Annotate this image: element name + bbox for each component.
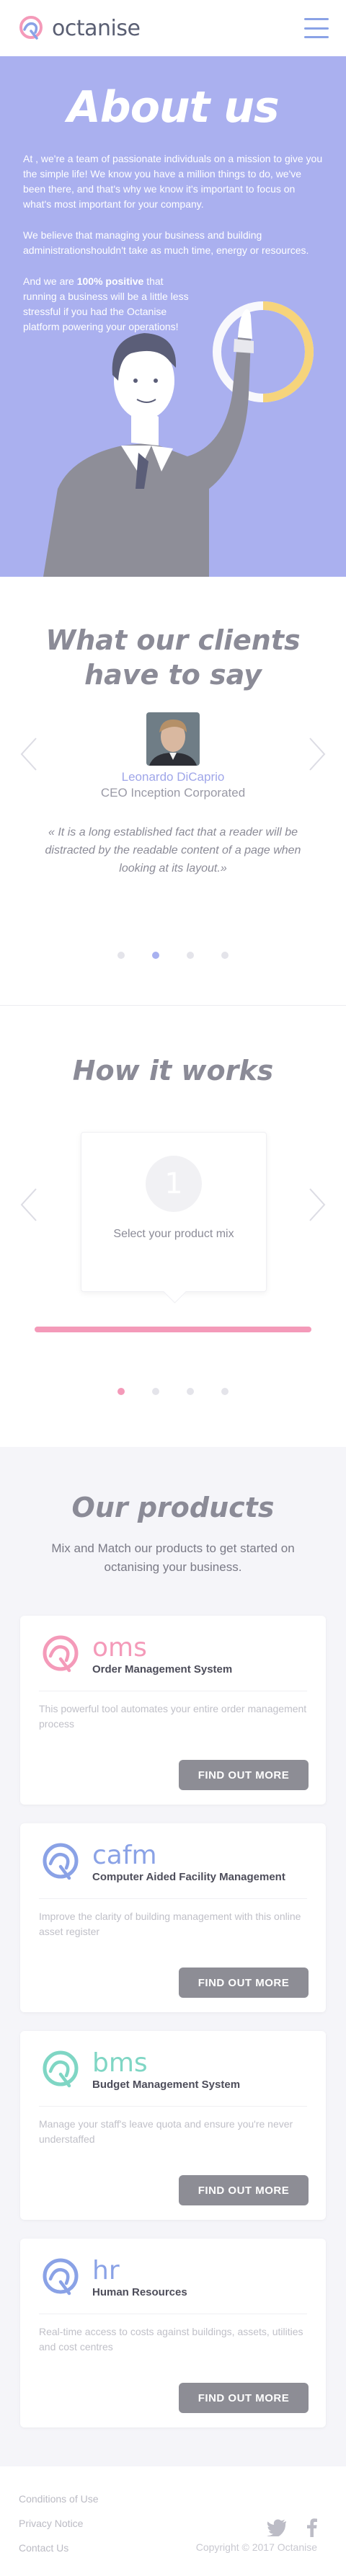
product-full-name: Budget Management System [92, 2078, 241, 2091]
testimonials-dot-4[interactable] [221, 952, 229, 959]
step-label: Select your product mix [113, 1228, 234, 1240]
step-progress-bar [35, 1327, 311, 1332]
testimonials-dot-1[interactable] [117, 952, 125, 959]
page: octanise About us At , we're a team of p… [0, 0, 346, 2566]
product-full-name: Order Management System [92, 1663, 233, 1676]
how-pagination [0, 1388, 346, 1395]
product-brand: cafm [92, 1840, 157, 1870]
product-brand: bms [92, 2048, 148, 2078]
products-subtitle: Mix and Match our products to get starte… [51, 1541, 295, 1574]
hr-logo-icon [43, 2258, 79, 2296]
testimonials-dot-3[interactable] [187, 952, 194, 959]
hamburger-menu-icon[interactable] [304, 18, 329, 38]
about-paragraph-1: At , we're a team of passionate individu… [23, 153, 323, 210]
how-it-works-title: How it works [72, 1055, 274, 1086]
how-dot-4[interactable] [221, 1388, 229, 1395]
product-brand: oms [92, 1632, 147, 1663]
testimonials-section: What our clients have to say Leonardo DiC… [0, 577, 346, 1006]
hr-find-out-more-button[interactable]: FIND OUT MORE [179, 2383, 309, 2413]
client-role: CEO Inception Corporated [100, 786, 246, 800]
product-card-oms: oms Order Management System This powerfu… [20, 1616, 326, 1805]
testimonials-pagination [0, 952, 346, 959]
how-next-arrow-icon[interactable] [307, 1186, 327, 1223]
client-quote: « It is a long established fact that a r… [45, 826, 301, 875]
facebook-icon[interactable] [307, 2518, 317, 2541]
brand-name: octanise [52, 15, 141, 41]
product-description: Real-time access to costs against buildi… [39, 2326, 303, 2353]
octanise-logo-icon [19, 16, 43, 40]
step-card: 1 Select your product mix [81, 1132, 267, 1292]
oms-find-out-more-button[interactable]: FIND OUT MORE [179, 1760, 309, 1790]
how-dot-1[interactable] [117, 1388, 125, 1395]
product-brand: hr [92, 2255, 120, 2285]
testimonials-prev-arrow-icon[interactable] [19, 735, 39, 773]
divider [39, 1898, 307, 1899]
product-description: Improve the clarity of building manageme… [39, 1911, 301, 1937]
about-section: About us At , we're a team of passionate… [0, 56, 346, 577]
product-description: Manage your staff's leave quota and ensu… [39, 2118, 293, 2145]
about-title: About us [67, 82, 279, 133]
bms-logo-icon [43, 2050, 79, 2088]
site-footer: Conditions of Use Privacy Notice Contact… [0, 2466, 346, 2566]
site-header: octanise [0, 0, 346, 56]
testimonials-dot-2[interactable] [152, 952, 159, 959]
products-title: Our products [71, 1492, 275, 1523]
footer-link-conditions[interactable]: Conditions of Use [19, 2487, 327, 2511]
oms-logo-icon [43, 1635, 79, 1673]
product-full-name: Human Resources [92, 2285, 187, 2298]
testimonials-next-arrow-icon[interactable] [307, 735, 327, 773]
how-it-works-section: How it works 1 Select your product mix [0, 1006, 346, 1447]
step-number: 1 [146, 1156, 202, 1212]
bms-find-out-more-button[interactable]: FIND OUT MORE [179, 2175, 309, 2205]
cafm-find-out-more-button[interactable]: FIND OUT MORE [179, 1968, 309, 1998]
client-avatar [146, 712, 200, 766]
about-paragraph-2: We believe that managing your business a… [23, 229, 309, 256]
cafm-logo-icon [43, 1843, 79, 1880]
product-card-bms: bms Budget Management System Manage your… [20, 2031, 326, 2220]
how-dot-3[interactable] [187, 1388, 194, 1395]
client-name: Leonardo DiCaprio [121, 770, 225, 784]
businessman-illustration [43, 301, 314, 577]
product-card-cafm: cafm Computer Aided Facility Management … [20, 1823, 326, 2012]
testimonials-title: What our clients have to say [45, 624, 301, 691]
products-section: Our products Mix and Match our products … [0, 1447, 346, 2466]
how-dot-2[interactable] [152, 1388, 159, 1395]
social-links [267, 2518, 317, 2541]
divider [39, 2106, 307, 2107]
product-card-hr: hr Human Resources Real-time access to c… [20, 2239, 326, 2427]
product-full-name: Computer Aided Facility Management [92, 1870, 285, 1883]
brand-logo[interactable]: octanise [17, 14, 141, 43]
product-description: This powerful tool automates your entire… [39, 1703, 307, 1730]
copyright-text: Copyright © 2017 Octanise [195, 2541, 317, 2553]
twitter-icon[interactable] [267, 2519, 287, 2540]
how-prev-arrow-icon[interactable] [19, 1186, 39, 1223]
